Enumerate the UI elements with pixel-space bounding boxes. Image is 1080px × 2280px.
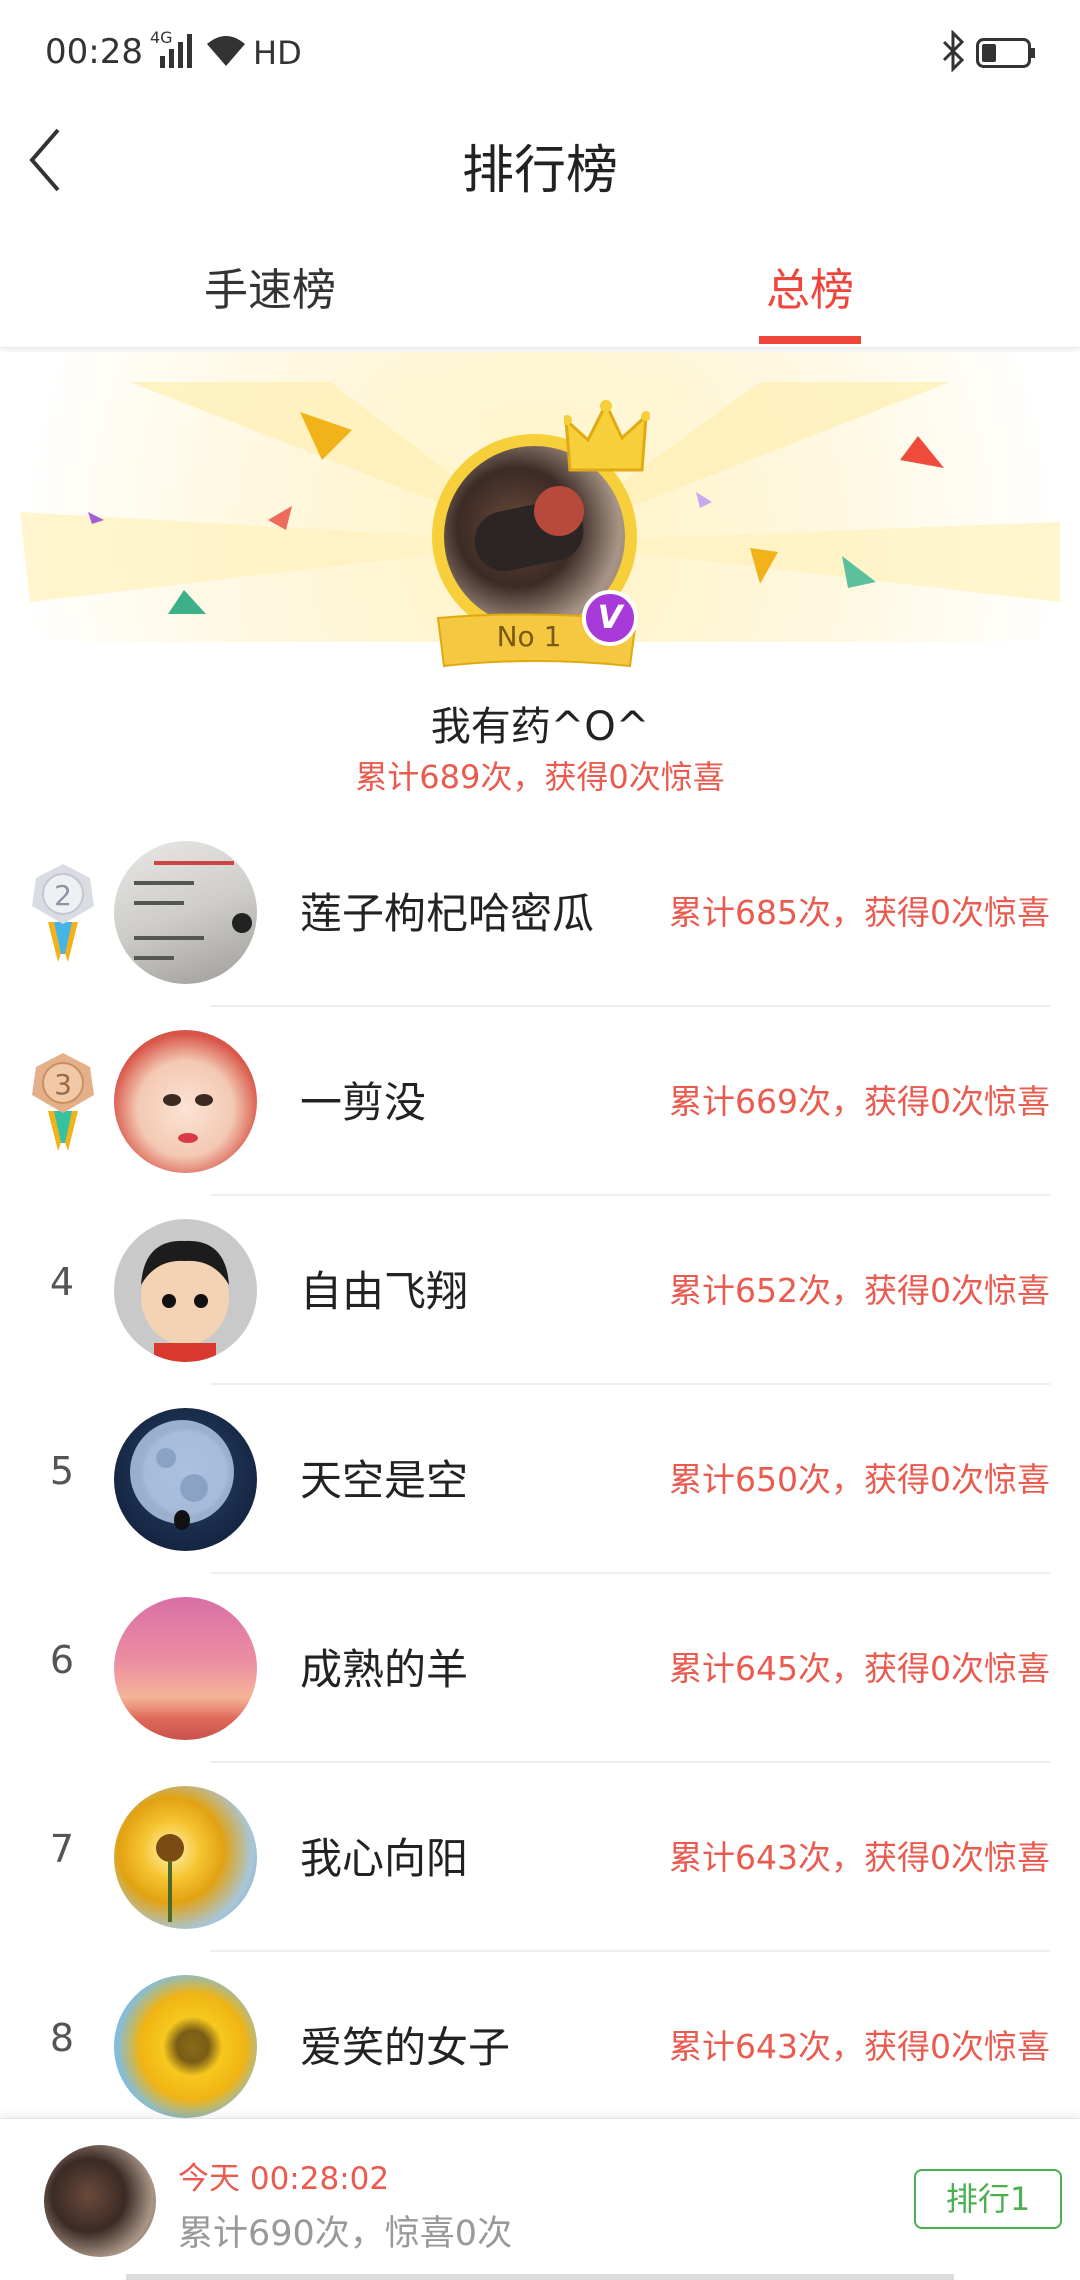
champion-name: 我有药^O^ [430,704,650,750]
hd-indicator: HD [253,34,302,72]
bluetooth-icon [942,30,965,72]
user-stat: 累计652次，获得0次惊喜 [669,1271,1050,1310]
rank-number: 8 [49,2016,75,2060]
leaderboard-screen: 00:28 4G HD 排行榜 手速榜 总榜 No 1 V 我有药^O^ 累计6… [0,0,1080,2280]
user-name: 成熟的羊 [300,1645,469,1694]
status-time: 00:28 [45,32,143,72]
my-stat: 累计690次，惊喜0次 [178,2214,513,2254]
user-stat: 累计650次，获得0次惊喜 [669,1460,1050,1499]
my-rank-footer: 今天 00:28:02 累计690次，惊喜0次 排行1 [0,2118,1080,2280]
user-stat: 累计685次，获得0次惊喜 [669,893,1050,932]
gesture-bar [126,2274,954,2280]
svg-text:3: 3 [54,1068,72,1101]
my-last-time: 今天 00:28:02 [178,2161,390,2197]
tab-speed-rank[interactable]: 手速榜 [204,254,336,318]
list-item-rank-8[interactable]: 8 爱笑的女子 累计643次，获得0次惊喜 [0,1952,1080,2141]
tab-bar: 手速榜 总榜 [0,220,1080,348]
battery-icon [976,38,1035,68]
page-title: 排行榜 [461,141,618,201]
list-item-rank-7[interactable]: 7 我心向阳 累计643次，获得0次惊喜 [0,1763,1080,1952]
avatar[interactable] [114,1786,257,1929]
rank-number: 6 [49,1638,75,1682]
champion-stat: 累计689次，获得0次惊喜 [355,758,725,796]
user-stat: 累计643次，获得0次惊喜 [669,2027,1050,2066]
rank-number: 7 [49,1827,75,1871]
list-item-rank-3[interactable]: 3 一剪没 累计669次，获得0次惊喜 [0,1007,1080,1196]
rank-number: 5 [49,1449,75,1493]
user-stat: 累计669次，获得0次惊喜 [669,1082,1050,1121]
user-name: 莲子枸杞哈密瓜 [300,889,595,938]
avatar[interactable] [114,1408,257,1551]
my-rank-button[interactable]: 排行1 [914,2169,1062,2229]
status-bar: 00:28 4G HD [0,0,1080,100]
avatar[interactable] [114,1975,257,2118]
rank-number: 4 [49,1260,75,1304]
user-name: 爱笑的女子 [300,2023,511,2072]
avatar[interactable] [114,841,257,984]
list-item-rank-5[interactable]: 5 天空是空 累计650次，获得0次惊喜 [0,1385,1080,1574]
user-name: 天空是空 [300,1456,469,1505]
list-item-rank-6[interactable]: 6 成熟的羊 累计645次，获得0次惊喜 [0,1574,1080,1763]
user-name: 自由飞翔 [300,1267,469,1316]
wifi-icon [207,36,245,66]
bronze-medal-icon: 3 [32,1053,94,1151]
verified-badge: V [582,590,638,646]
avatar[interactable] [114,1597,257,1740]
user-stat: 累计643次，获得0次惊喜 [669,1838,1050,1877]
avatar[interactable] [114,1030,257,1173]
silver-medal-icon: 2 [32,864,94,962]
user-name: 我心向阳 [300,1834,469,1883]
champion-section: No 1 V 我有药^O^ 累计689次，获得0次惊喜 [0,352,1080,802]
list-item-rank-2[interactable]: 2 莲子枸杞哈密瓜 累计685次，获得0次惊喜 [0,818,1080,1007]
avatar[interactable] [114,1219,257,1362]
crown-icon [564,400,650,472]
my-avatar[interactable] [44,2145,156,2257]
active-tab-indicator [759,336,861,344]
signal-icon [160,34,192,68]
user-stat: 累计645次，获得0次惊喜 [669,1649,1050,1688]
svg-text:2: 2 [54,879,72,912]
tab-overall-rank[interactable]: 总榜 [766,254,854,318]
nav-header: 排行榜 [0,100,1080,220]
user-name: 一剪没 [300,1078,427,1127]
list-item-rank-4[interactable]: 4 自由飞翔 累计652次，获得0次惊喜 [0,1196,1080,1385]
